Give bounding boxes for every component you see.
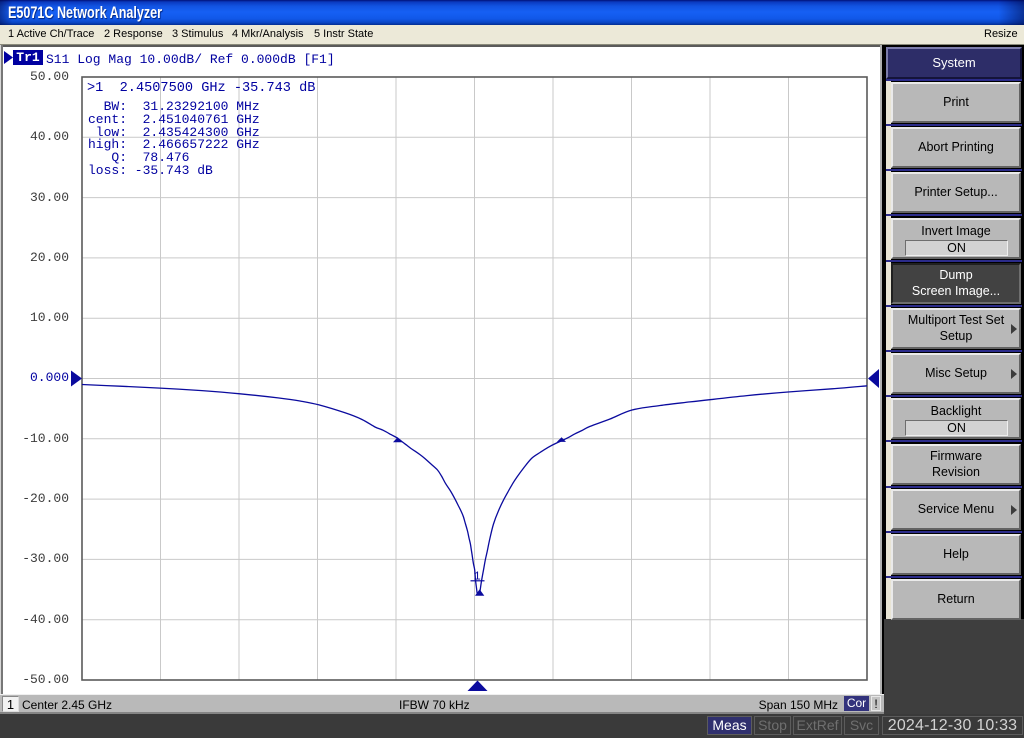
svg-text:1: 1: [474, 570, 481, 584]
